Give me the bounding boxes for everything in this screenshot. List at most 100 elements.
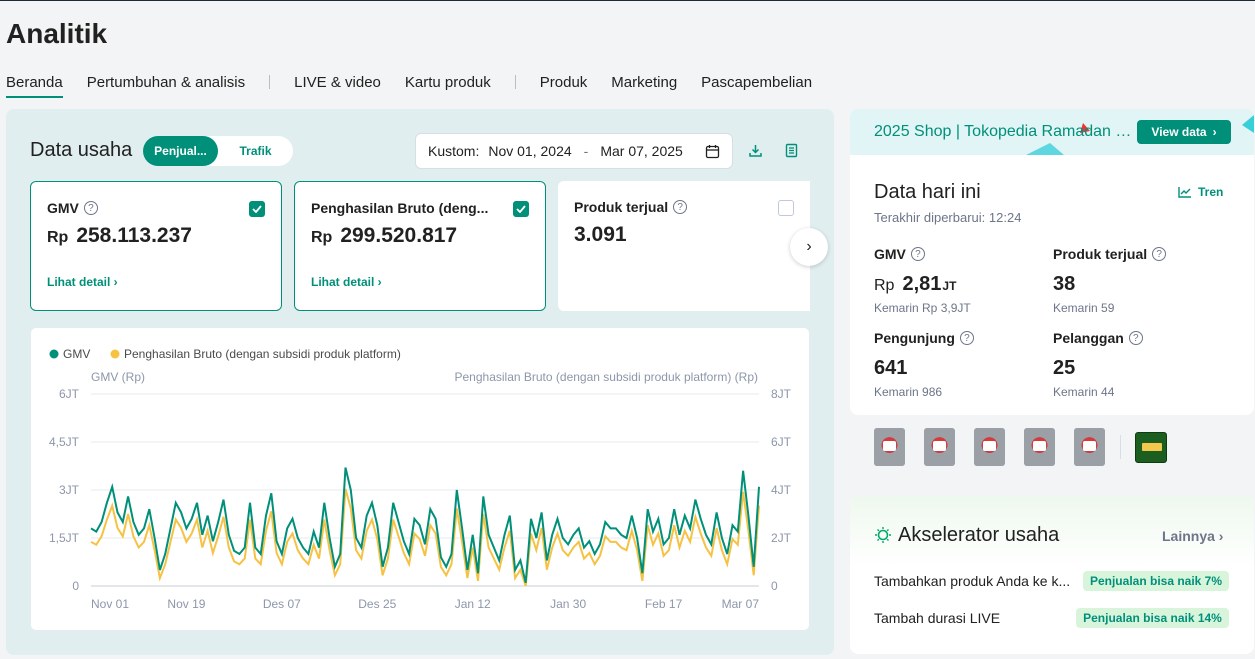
metric-card-title: Penghasilan Bruto (deng... bbox=[311, 200, 488, 216]
akselerator-title: Akselerator usaha bbox=[898, 524, 1060, 546]
metric-card-gmv[interactable]: GMV? Rp 258.113.237 Lihat detail › bbox=[30, 181, 282, 311]
currency: Rp bbox=[47, 229, 69, 246]
tab-divider bbox=[269, 75, 271, 89]
video-thumbnail[interactable] bbox=[1024, 428, 1055, 466]
metric-card-title: GMV? bbox=[47, 200, 98, 216]
tab-kartu-produk[interactable]: Kartu produk bbox=[405, 74, 491, 97]
view-data-button[interactable]: View data › bbox=[1137, 120, 1231, 144]
metric-produk-terjual-compare: Kemarin 59 bbox=[1053, 301, 1115, 315]
download-icon[interactable] bbox=[748, 143, 763, 163]
metric-card-produk-terjual[interactable]: Produk terjual? 3.091 bbox=[558, 181, 810, 311]
unit: JT bbox=[942, 279, 957, 293]
x-tick-label: Nov 01 bbox=[91, 597, 129, 611]
accelerator-item[interactable]: Tambah durasi LIVE bbox=[874, 610, 1000, 626]
uplift-badge: Penjualan bisa naik 14% bbox=[1076, 608, 1229, 628]
help-icon[interactable]: ? bbox=[1152, 247, 1167, 261]
date-end[interactable]: Mar 07, 2025 bbox=[600, 143, 683, 159]
tab-divider bbox=[514, 75, 516, 89]
tab-marketing[interactable]: Marketing bbox=[611, 74, 677, 97]
video-thumbnail[interactable] bbox=[924, 428, 955, 466]
lihat-detail-link[interactable]: Lihat detail › bbox=[311, 275, 382, 289]
accelerator-item[interactable]: Tambahkan produk Anda ke k... bbox=[874, 573, 1070, 589]
x-tick-label: Des 25 bbox=[358, 597, 396, 611]
metric-value: Rp 299.520.817 bbox=[311, 224, 457, 248]
play-icon bbox=[1083, 441, 1096, 451]
play-icon bbox=[883, 441, 896, 451]
tab-beranda[interactable]: Beranda bbox=[6, 74, 63, 98]
legend-penghasilan-dot bbox=[110, 349, 120, 359]
date-start[interactable]: Nov 01, 2024 bbox=[488, 143, 571, 159]
lainnya-link[interactable]: Lainnya › bbox=[1162, 528, 1223, 544]
label-text: Pengunjung bbox=[874, 330, 955, 346]
metric-pengunjung-compare: Kemarin 986 bbox=[874, 385, 943, 399]
label-text: GMV bbox=[874, 246, 906, 262]
play-icon bbox=[1033, 441, 1046, 451]
view-data-label: View data bbox=[1151, 125, 1207, 139]
report-icon[interactable] bbox=[784, 143, 799, 163]
x-tick-label: Jan 30 bbox=[550, 597, 586, 611]
tab-live-video[interactable]: LIVE & video bbox=[294, 74, 381, 97]
cards-next-button[interactable]: › bbox=[790, 228, 828, 266]
play-icon bbox=[983, 441, 996, 451]
series-gmv-line bbox=[90, 467, 760, 584]
tab-pascapembelian[interactable]: Pascapembelian bbox=[701, 74, 812, 97]
data-hari-ini-title: Data hari ini bbox=[874, 181, 981, 203]
nav-tabs: Beranda Pertumbuhan & analisis LIVE & vi… bbox=[6, 72, 836, 98]
calendar-icon[interactable] bbox=[705, 144, 720, 162]
label-text: Pelanggan bbox=[1053, 330, 1124, 346]
data-usaha-panel: Data usaha Penjual... Trafik Kustom: Nov… bbox=[6, 109, 834, 655]
divider bbox=[1120, 435, 1121, 459]
y-tick-right: 6JT bbox=[771, 435, 792, 449]
metric-value: 3.091 bbox=[574, 223, 627, 247]
tren-link[interactable]: Tren bbox=[1178, 185, 1223, 199]
help-icon[interactable]: ? bbox=[673, 200, 688, 214]
tren-label: Tren bbox=[1198, 185, 1224, 199]
checkbox-unchecked[interactable] bbox=[778, 200, 794, 216]
live-thumbnail[interactable] bbox=[1135, 432, 1167, 463]
y-tick-left: 6JT bbox=[59, 387, 80, 401]
chevron-right-icon: › bbox=[1212, 125, 1217, 139]
tab-pertumbuhan-analisis[interactable]: Pertumbuhan & analisis bbox=[87, 74, 245, 97]
amount: 299.520.817 bbox=[340, 224, 458, 247]
checkbox-checked[interactable] bbox=[513, 201, 529, 217]
help-icon[interactable]: ? bbox=[910, 247, 925, 261]
lihat-detail-link[interactable]: Lihat detail › bbox=[47, 275, 118, 289]
video-thumbnail[interactable] bbox=[874, 428, 905, 466]
metric-pelanggan-value: 25 bbox=[1053, 357, 1076, 379]
video-thumbnail[interactable] bbox=[974, 428, 1005, 466]
video-thumbnails bbox=[850, 415, 1254, 481]
metric-card-penghasilan-bruto[interactable]: Penghasilan Bruto (deng... Rp 299.520.817… bbox=[294, 181, 546, 311]
line-chart: GMV Penghasilan Bruto (dengan subsidi pr… bbox=[49, 347, 792, 611]
metric-name: Produk terjual bbox=[574, 199, 669, 215]
x-tick-label: Nov 19 bbox=[167, 597, 205, 611]
help-icon[interactable]: ? bbox=[1128, 331, 1143, 345]
date-range-label: Kustom: bbox=[428, 143, 480, 159]
label-text: Produk terjual bbox=[1053, 246, 1148, 262]
help-icon[interactable]: ? bbox=[83, 201, 98, 215]
tab-produk[interactable]: Produk bbox=[540, 74, 588, 97]
chart-container: GMV Penghasilan Bruto (dengan subsidi pr… bbox=[30, 327, 810, 631]
amount: 2,81 bbox=[902, 273, 942, 295]
checkbox-checked[interactable] bbox=[249, 201, 265, 217]
x-tick-label: Feb 17 bbox=[645, 597, 683, 611]
y-axis-left-label: GMV (Rp) bbox=[91, 370, 145, 384]
metric-produk-terjual-value: 38 bbox=[1053, 273, 1076, 295]
lightbulb-icon bbox=[874, 526, 892, 549]
metric-gmv-compare: Kemarin Rp 3,9JT bbox=[874, 301, 971, 315]
toggle-trafik[interactable]: Trafik bbox=[218, 144, 293, 158]
penjualan-trafik-toggle: Penjual... Trafik bbox=[143, 136, 293, 166]
date-range-picker[interactable]: Kustom: Nov 01, 2024 - Mar 07, 2025 bbox=[415, 133, 733, 169]
y-tick-left: 3JT bbox=[59, 483, 80, 497]
toggle-penjualan[interactable]: Penjual... bbox=[143, 136, 218, 166]
amount: 258.113.237 bbox=[76, 224, 192, 247]
video-thumbnail[interactable] bbox=[1074, 428, 1105, 466]
x-tick-label: Jan 12 bbox=[455, 597, 491, 611]
data-hari-ini-panel: 2025 Shop | Tokopedia Ramadan Sale View … bbox=[850, 109, 1254, 415]
metric-pelanggan-label: Pelanggan? bbox=[1053, 330, 1143, 346]
help-icon[interactable]: ? bbox=[959, 331, 974, 345]
y-tick-left: 0 bbox=[72, 579, 79, 593]
metric-pengunjung-label: Pengunjung? bbox=[874, 330, 974, 346]
y-axis-right-label: Penghasilan Bruto (dengan subsidi produk… bbox=[455, 370, 759, 384]
legend-penghasilan: Penghasilan Bruto (dengan subsidi produk… bbox=[124, 347, 401, 361]
campaign-banner[interactable]: 2025 Shop | Tokopedia Ramadan Sale View … bbox=[850, 109, 1254, 155]
